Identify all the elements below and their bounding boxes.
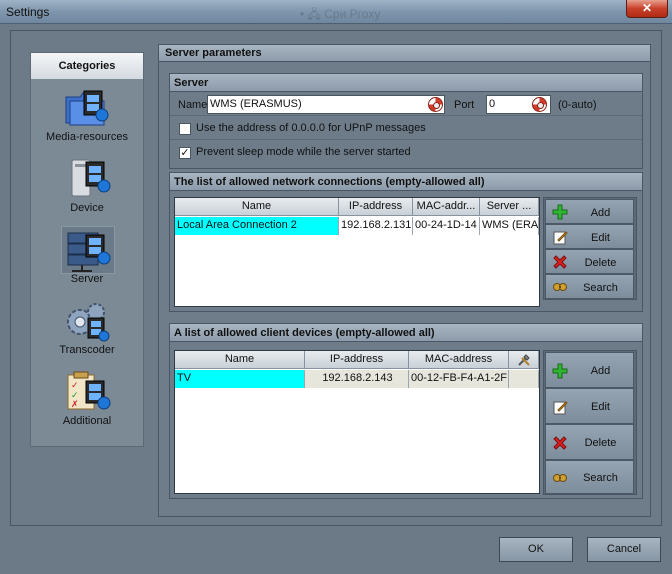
button-label: Add	[590, 207, 611, 219]
client-search-button[interactable]: Search	[545, 460, 634, 494]
name-port-row: Name WMS (ERASMUS) Port 0 (0-auto)	[170, 93, 642, 116]
column-header[interactable]: MAC-addr...	[413, 198, 480, 216]
delete-icon	[553, 436, 567, 450]
table-cell	[509, 370, 539, 388]
server-parameters-title: Server parameters	[159, 45, 650, 62]
category-device[interactable]: Device	[31, 150, 143, 221]
edit-icon	[553, 231, 568, 245]
server-group-title: Server	[170, 74, 642, 92]
sleep-row: ✓ Prevent sleep mode while the server st…	[170, 141, 642, 164]
delete-icon	[553, 255, 567, 269]
additional-icon: ✓ ✓ ✗	[62, 369, 114, 415]
client-add-button[interactable]: Add	[545, 352, 634, 388]
table-cell: TV	[175, 370, 305, 388]
edit-icon	[553, 401, 568, 415]
table-cell: 00-12-FB-F4-A1-2F	[409, 370, 509, 388]
name-value: WMS (ERASMUS)	[210, 98, 302, 110]
settings-tools-icon[interactable]	[509, 351, 539, 369]
category-server[interactable]: Server	[31, 221, 143, 292]
sleep-label: Prevent sleep mode while the server star…	[196, 146, 411, 158]
network-add-button[interactable]: Add	[545, 199, 634, 224]
button-label: Delete	[584, 257, 617, 269]
server-icon	[61, 226, 115, 274]
category-label: Device	[70, 202, 104, 214]
device-icon	[62, 156, 114, 202]
table-cell: Local Area Connection 2	[175, 217, 339, 235]
categories-header: Categories	[31, 53, 143, 79]
client-edit-button[interactable]: Edit	[545, 388, 634, 424]
network-connections-table[interactable]: Name IP-address MAC-addr... Server ... L…	[174, 197, 540, 307]
button-label: Search	[583, 282, 618, 294]
category-label: Media-resources	[46, 131, 128, 143]
search-icon	[553, 283, 567, 291]
search-icon	[553, 474, 567, 482]
close-button[interactable]: ✕	[626, 0, 668, 18]
add-icon	[552, 204, 568, 220]
table-cell: 192.168.2.131	[339, 217, 413, 235]
network-buttons: Add Edit Delete Search	[543, 197, 637, 300]
server-parameters-panel: Server parameters Server Name WMS (ERASM…	[158, 44, 651, 517]
upnp-row: Use the address of 0.0.0.0 for UPnP mess…	[170, 117, 642, 140]
category-label: Additional	[62, 415, 112, 427]
column-header[interactable]: Name	[175, 351, 305, 369]
server-group: Server Name WMS (ERASMUS) Port 0 (0-auto…	[169, 73, 643, 169]
add-icon	[552, 363, 568, 379]
button-label: Edit	[591, 401, 610, 413]
network-delete-button[interactable]: Delete	[545, 249, 634, 274]
sleep-checkbox[interactable]: ✓	[179, 147, 191, 159]
client-devices-table[interactable]: Name IP-address MAC-address TV 192.168.2…	[174, 350, 540, 494]
button-label: Add	[590, 365, 611, 377]
table-cell: 192.168.2.143	[305, 370, 409, 388]
svg-text:✗: ✗	[71, 399, 79, 409]
client-buttons: Add Edit Delete Search	[543, 350, 637, 495]
port-value: 0	[489, 98, 496, 110]
name-label: Name	[178, 99, 208, 111]
category-label: Transcoder	[59, 344, 115, 356]
title-bar: Settings • 🖧 Сри Ргоxу ✕	[0, 0, 672, 24]
name-lifebuoy-icon[interactable]	[428, 97, 443, 112]
upnp-label: Use the address of 0.0.0.0 for UPnP mess…	[196, 122, 426, 134]
name-field[interactable]: WMS (ERASMUS)	[207, 95, 445, 114]
client-delete-button[interactable]: Delete	[545, 424, 634, 460]
transcoder-icon	[62, 298, 114, 344]
table-row[interactable]: Local Area Connection 2 192.168.2.131 00…	[175, 217, 539, 235]
network-connections-title: The list of allowed network connections …	[170, 173, 642, 191]
background-window-title: • 🖧 Сри Ргоxу	[300, 7, 381, 21]
client-devices-group: A list of allowed client devices (empty-…	[169, 323, 643, 499]
network-connections-group: The list of allowed network connections …	[169, 172, 643, 312]
port-hint: (0-auto)	[558, 99, 597, 111]
upnp-checkbox[interactable]	[179, 123, 191, 135]
button-label: Edit	[591, 232, 610, 244]
category-transcoder[interactable]: Transcoder	[31, 292, 143, 363]
button-label: Delete	[584, 437, 617, 449]
column-header[interactable]: IP-address	[305, 351, 409, 369]
column-header[interactable]: IP-address	[339, 198, 413, 216]
port-label: Port	[454, 99, 475, 111]
svg-text:✓: ✓	[71, 380, 79, 390]
categories-panel: Categories Media-resources Device Server…	[30, 52, 144, 447]
media-resources-icon	[62, 85, 114, 131]
network-edit-button[interactable]: Edit	[545, 224, 634, 249]
table-header: Name IP-address MAC-address	[175, 351, 539, 369]
table-cell: WMS (ERAS	[480, 217, 539, 235]
table-cell: 00-24-1D-14	[413, 217, 480, 235]
table-header: Name IP-address MAC-addr... Server ...	[175, 198, 539, 216]
column-header[interactable]: Name	[175, 198, 339, 216]
port-lifebuoy-icon[interactable]	[532, 97, 547, 112]
window-title: Settings	[6, 5, 50, 19]
cancel-button[interactable]: Cancel	[587, 537, 661, 562]
button-label: Search	[583, 472, 618, 484]
column-header[interactable]: MAC-address	[409, 351, 509, 369]
table-row[interactable]: TV 192.168.2.143 00-12-FB-F4-A1-2F	[175, 370, 539, 388]
client-devices-title: A list of allowed client devices (empty-…	[170, 324, 642, 342]
ok-button[interactable]: OK	[499, 537, 573, 562]
category-label: Server	[70, 273, 104, 285]
network-search-button[interactable]: Search	[545, 274, 634, 299]
column-header[interactable]: Server ...	[480, 198, 539, 216]
category-additional[interactable]: ✓ ✓ ✗ Additional	[31, 363, 143, 434]
category-media-resources[interactable]: Media-resources	[31, 79, 143, 150]
